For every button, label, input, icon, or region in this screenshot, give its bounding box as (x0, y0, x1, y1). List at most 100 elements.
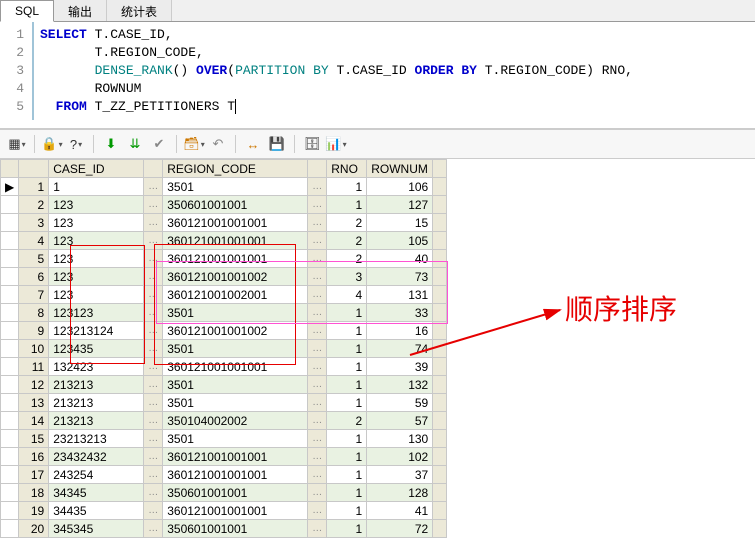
cell-rownum[interactable]: 127 (367, 196, 433, 214)
cell-rownum[interactable]: 16 (367, 322, 433, 340)
chart-icon[interactable]: 📊 (325, 134, 347, 154)
cell-case-id[interactable]: 34435 (49, 502, 144, 520)
cell-rno[interactable]: 1 (327, 394, 367, 412)
cell-rno[interactable]: 1 (327, 196, 367, 214)
table-row[interactable]: 5123…360121001001001…240 (1, 250, 447, 268)
cell-rownum[interactable]: 102 (367, 448, 433, 466)
lock-icon[interactable]: 🔒 (41, 134, 63, 154)
cell-rownum[interactable]: 37 (367, 466, 433, 484)
col-header-case-id[interactable]: CASE_ID (49, 160, 144, 178)
table-row[interactable]: 17243254…360121001001001…137 (1, 466, 447, 484)
cell-region-code[interactable]: 360121001001001 (163, 232, 308, 250)
grid-mode-icon[interactable]: ▦ (6, 134, 28, 154)
sql-editor[interactable]: 1 2 3 4 5 SELECT T.CASE_ID, T.REGION_COD… (0, 22, 755, 129)
table-row[interactable]: 1623432432…360121001001001…1102 (1, 448, 447, 466)
cell-region-code[interactable]: 360121001001001 (163, 448, 308, 466)
refresh-icon[interactable]: ↔ (242, 134, 264, 154)
table-row[interactable]: 1834345…350601001001…1128 (1, 484, 447, 502)
cell-case-id[interactable]: 345345 (49, 520, 144, 538)
cell-rownum[interactable]: 57 (367, 412, 433, 430)
fetch-next-icon[interactable]: ⬇ (100, 134, 122, 154)
cell-region-code[interactable]: 360121001001002 (163, 268, 308, 286)
table-row[interactable]: 7123…360121001002001…4131 (1, 286, 447, 304)
tab-stats[interactable]: 统计表 (107, 0, 172, 21)
cell-rno[interactable]: 1 (327, 322, 367, 340)
cell-rownum[interactable]: 128 (367, 484, 433, 502)
cell-region-code[interactable]: 350601001001 (163, 520, 308, 538)
cell-rownum[interactable]: 15 (367, 214, 433, 232)
cell-region-code[interactable]: 3501 (163, 376, 308, 394)
cell-rno[interactable]: 1 (327, 340, 367, 358)
cell-case-id[interactable]: 132423 (49, 358, 144, 376)
commit-icon[interactable]: ✔ (148, 134, 170, 154)
cell-region-code[interactable]: 360121001001001 (163, 466, 308, 484)
cell-rownum[interactable]: 74 (367, 340, 433, 358)
table-row[interactable]: 12213213…3501…1132 (1, 376, 447, 394)
tab-sql[interactable]: SQL (0, 0, 54, 22)
cell-region-code[interactable]: 3501 (163, 430, 308, 448)
table-row[interactable]: 20345345…350601001001…172 (1, 520, 447, 538)
table-row[interactable]: 4123…360121001001001…2105 (1, 232, 447, 250)
table-row[interactable]: 6123…360121001001002…373 (1, 268, 447, 286)
cell-rownum[interactable]: 59 (367, 394, 433, 412)
cell-rno[interactable]: 1 (327, 448, 367, 466)
table-row[interactable]: 3123…360121001001001…215 (1, 214, 447, 232)
cell-rno[interactable]: 4 (327, 286, 367, 304)
cell-case-id[interactable]: 123 (49, 214, 144, 232)
cell-region-code[interactable]: 360121001002001 (163, 286, 308, 304)
cell-rno[interactable]: 1 (327, 358, 367, 376)
cell-rno[interactable]: 2 (327, 250, 367, 268)
table-row[interactable]: 13213213…3501…159 (1, 394, 447, 412)
cell-region-code[interactable]: 360121001001001 (163, 214, 308, 232)
table-row[interactable]: 14213213…350104002002…257 (1, 412, 447, 430)
cell-case-id[interactable]: 123123 (49, 304, 144, 322)
cell-case-id[interactable]: 123 (49, 268, 144, 286)
col-header-rno[interactable]: RNO (327, 160, 367, 178)
cell-case-id[interactable]: 213213 (49, 412, 144, 430)
cell-region-code[interactable]: 360121001001001 (163, 250, 308, 268)
save-icon[interactable]: 💾 (266, 134, 288, 154)
fetch-all-icon[interactable]: ⇊ (124, 134, 146, 154)
cell-case-id[interactable]: 123213124 (49, 322, 144, 340)
cell-case-id[interactable]: 1 (49, 178, 144, 196)
cell-case-id[interactable]: 123 (49, 232, 144, 250)
table-row[interactable]: 8123123…3501…133 (1, 304, 447, 322)
cell-case-id[interactable]: 123435 (49, 340, 144, 358)
table-row[interactable]: 1934435…360121001001001…141 (1, 502, 447, 520)
table-row[interactable]: ▶11…3501…1106 (1, 178, 447, 196)
cell-rno[interactable]: 1 (327, 178, 367, 196)
cell-rno[interactable]: 1 (327, 520, 367, 538)
col-header-region-code[interactable]: REGION_CODE (163, 160, 308, 178)
cell-rno[interactable]: 1 (327, 430, 367, 448)
cell-region-code[interactable]: 360121001001001 (163, 358, 308, 376)
cell-rno[interactable]: 1 (327, 376, 367, 394)
cell-case-id[interactable]: 123 (49, 250, 144, 268)
cell-rno[interactable]: 1 (327, 466, 367, 484)
filter-icon[interactable]: 🗄 (301, 134, 323, 154)
cell-rownum[interactable]: 131 (367, 286, 433, 304)
cell-rownum[interactable]: 39 (367, 358, 433, 376)
table-row[interactable]: 2123…350601001001…1127 (1, 196, 447, 214)
cell-case-id[interactable]: 23213213 (49, 430, 144, 448)
table-row[interactable]: 1523213213…3501…1130 (1, 430, 447, 448)
cell-rownum[interactable]: 72 (367, 520, 433, 538)
col-header-rownum[interactable]: ROWNUM (367, 160, 433, 178)
cell-region-code[interactable]: 360121001001002 (163, 322, 308, 340)
cell-region-code[interactable]: 350601001001 (163, 484, 308, 502)
cell-rownum[interactable]: 33 (367, 304, 433, 322)
cell-rno[interactable]: 2 (327, 232, 367, 250)
export-icon[interactable]: 🗃 (183, 134, 205, 154)
cell-region-code[interactable]: 360121001001001 (163, 502, 308, 520)
cell-rno[interactable]: 3 (327, 268, 367, 286)
table-row[interactable]: 10123435…3501…174 (1, 340, 447, 358)
cell-rownum[interactable]: 73 (367, 268, 433, 286)
cell-rownum[interactable]: 130 (367, 430, 433, 448)
cell-case-id[interactable]: 34345 (49, 484, 144, 502)
cell-case-id[interactable]: 123 (49, 196, 144, 214)
cell-rno[interactable]: 1 (327, 502, 367, 520)
undo-icon[interactable]: ↶ (207, 134, 229, 154)
sql-code[interactable]: SELECT T.CASE_ID, T.REGION_CODE, DENSE_R… (34, 22, 633, 120)
cell-rownum[interactable]: 40 (367, 250, 433, 268)
cell-case-id[interactable]: 213213 (49, 376, 144, 394)
cell-case-id[interactable]: 243254 (49, 466, 144, 484)
